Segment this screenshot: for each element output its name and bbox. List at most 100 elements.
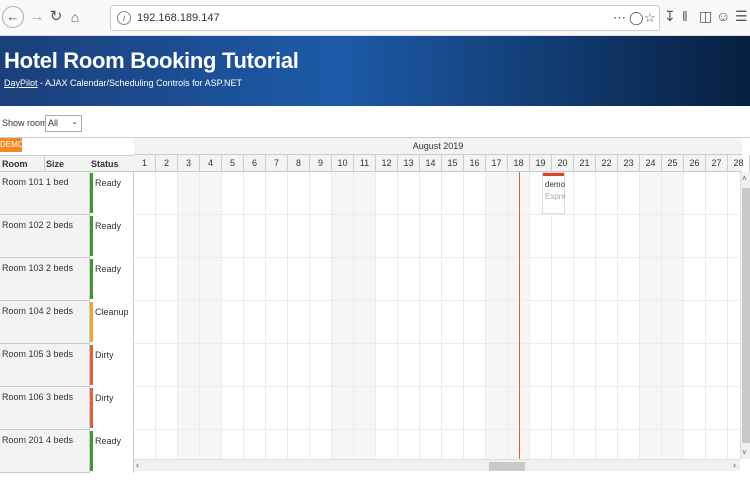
room-name: Room 201 <box>2 435 44 445</box>
column-status: Status <box>91 159 119 169</box>
month-header: August 2019 <box>134 138 742 155</box>
day-header-cell: 8 <box>288 155 310 172</box>
browser-toolbar: ← → ↻ ⌂ i 192.168.189.147 ⋯ ◯ ☆ ↧ ‖ ◫ ☺ … <box>0 0 750 36</box>
day-header-cell: 15 <box>442 155 464 172</box>
room-name: Room 105 <box>2 349 44 359</box>
vertical-scroll-thumb[interactable] <box>742 188 750 443</box>
day-header-cell: 27 <box>706 155 728 172</box>
scroll-right-icon[interactable]: › <box>733 460 736 470</box>
day-header-cell: 25 <box>662 155 684 172</box>
day-header-cell: 3 <box>178 155 200 172</box>
grid-column <box>530 172 552 459</box>
day-header-cell: 24 <box>640 155 662 172</box>
room-row[interactable]: Room 201 4 beds Ready <box>0 430 134 473</box>
room-size: 2 beds <box>46 306 74 316</box>
more-icon[interactable]: ⋯ <box>613 10 626 26</box>
grid-column <box>706 172 728 459</box>
day-header-cell: 4 <box>200 155 222 172</box>
horizontal-scroll-thumb[interactable] <box>489 462 525 471</box>
booking-grid[interactable] <box>134 172 740 459</box>
show-rooms-select[interactable]: All ⌄ <box>45 115 82 132</box>
room-size: 1 bed <box>46 177 69 187</box>
demo-badge: DEMO <box>0 138 24 152</box>
day-header-cell: 22 <box>596 155 618 172</box>
room-status: Dirty <box>89 344 134 387</box>
pocket-icon[interactable]: ◯ <box>629 10 644 26</box>
status-color-bar <box>90 388 93 428</box>
day-header-cell: 17 <box>486 155 508 172</box>
room-size: 3 beds <box>46 392 74 402</box>
day-header-cell: 11 <box>354 155 376 172</box>
column-room: Room <box>2 159 28 169</box>
day-header-cell: 16 <box>464 155 486 172</box>
sidebar-icon[interactable]: ◫ <box>699 8 712 25</box>
day-header-cell: 10 <box>332 155 354 172</box>
horizontal-scrollbar[interactable]: ‹ › <box>134 459 740 471</box>
grid-column <box>266 172 288 459</box>
bookmark-star-icon[interactable]: ☆ <box>644 10 656 26</box>
chevron-down-icon: ⌄ <box>71 117 78 126</box>
home-icon[interactable]: ⌂ <box>64 6 86 28</box>
grid-column <box>134 172 156 459</box>
url-text[interactable]: 192.168.189.147 <box>137 12 220 24</box>
day-header-cell: 9 <box>310 155 332 172</box>
day-header-cell: 23 <box>618 155 640 172</box>
day-header-cell: 20 <box>552 155 574 172</box>
grid-column <box>332 172 354 459</box>
grid-column <box>200 172 222 459</box>
back-icon[interactable]: ← <box>2 6 24 28</box>
room-row[interactable]: Room 105 3 beds Dirty <box>0 344 134 387</box>
grid-column <box>684 172 706 459</box>
day-header-cell: 19 <box>530 155 552 172</box>
page-title: Hotel Room Booking Tutorial <box>4 48 299 73</box>
grid-row-line <box>134 214 740 215</box>
room-row[interactable]: Room 103 2 beds Ready <box>0 258 134 301</box>
room-status: Ready <box>89 215 134 258</box>
grid-column <box>552 172 574 459</box>
room-row[interactable]: Room 102 2 beds Ready <box>0 215 134 258</box>
day-header-cell: 13 <box>398 155 420 172</box>
library-icon[interactable]: ‖ <box>682 8 688 24</box>
event-status-bar <box>543 173 564 176</box>
grid-column <box>398 172 420 459</box>
grid-column <box>486 172 508 459</box>
scheduler: DEMO Room Size Status Room 101 1 bed Ready… <box>0 137 750 473</box>
scroll-down-icon[interactable]: ˅ <box>742 448 747 457</box>
room-size: 4 beds <box>46 435 74 445</box>
vertical-scrollbar[interactable]: ˄ ˅ <box>740 172 750 459</box>
status-color-bar <box>90 216 93 256</box>
day-header-cell: 6 <box>244 155 266 172</box>
room-size: 3 beds <box>46 349 74 359</box>
show-rooms-value: All <box>48 118 59 128</box>
grid-column <box>728 172 740 459</box>
download-icon[interactable]: ↧ <box>664 8 676 25</box>
status-text: Ready <box>95 178 122 188</box>
grid-row-line <box>134 386 740 387</box>
address-bar[interactable]: i 192.168.189.147 ⋯ ◯ ☆ <box>110 5 660 31</box>
daypilot-link[interactable]: DayPilot <box>4 78 38 88</box>
grid-column <box>222 172 244 459</box>
room-row[interactable]: Room 101 1 bed Ready <box>0 172 134 215</box>
grid-column <box>310 172 332 459</box>
room-status: Ready <box>89 172 134 215</box>
room-row[interactable]: Room 104 2 beds Cleanup <box>0 301 134 344</box>
menu-icon[interactable]: ☰ <box>735 8 748 25</box>
scroll-up-icon[interactable]: ˄ <box>742 174 747 183</box>
grid-row-line <box>134 257 740 258</box>
day-header-cell: 12 <box>376 155 398 172</box>
day-header-cell: 1 <box>134 155 156 172</box>
grid-column <box>442 172 464 459</box>
reservation-event[interactable]: demo Expre <box>542 172 566 214</box>
status-text: Ready <box>95 221 122 231</box>
info-icon[interactable]: i <box>117 11 131 25</box>
grid-column <box>376 172 398 459</box>
room-row[interactable]: Room 106 3 beds Dirty <box>0 387 134 430</box>
room-size: 2 beds <box>46 220 74 230</box>
grid-column <box>244 172 266 459</box>
day-header-cell: 7 <box>266 155 288 172</box>
scroll-left-icon[interactable]: ‹ <box>136 460 139 470</box>
account-icon[interactable]: ☺ <box>716 8 730 24</box>
room-name: Room 102 <box>2 220 44 230</box>
grid-column <box>354 172 376 459</box>
grid-column <box>618 172 640 459</box>
